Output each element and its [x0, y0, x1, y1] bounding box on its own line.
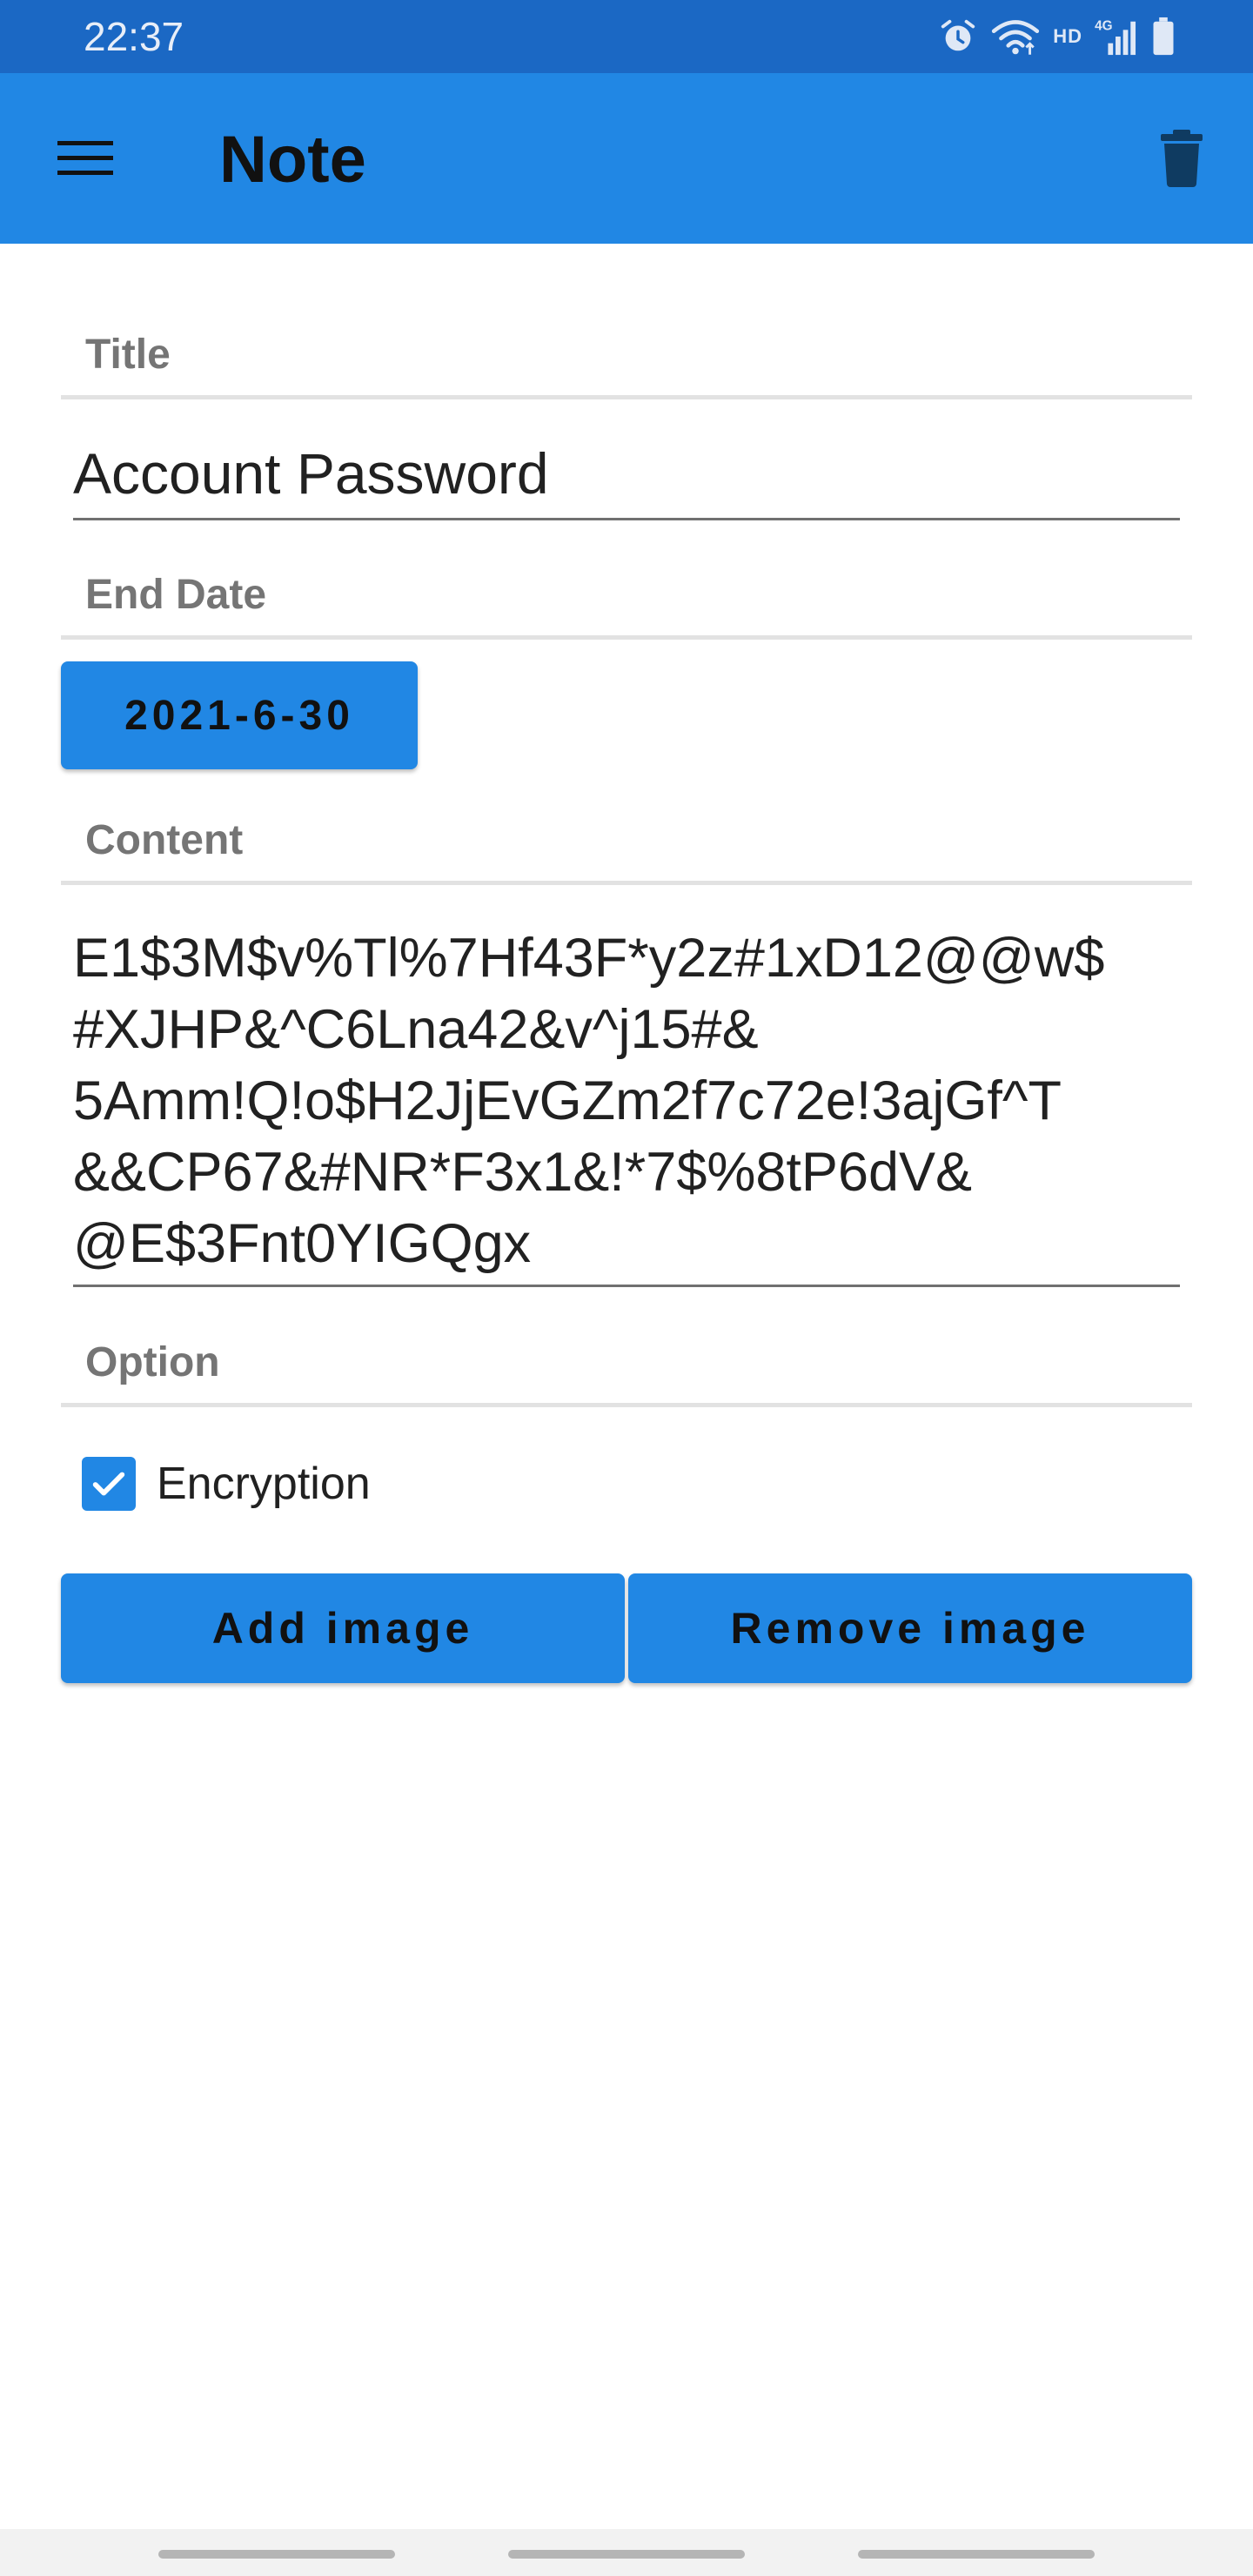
nav-back-button[interactable] [858, 2550, 1095, 2559]
alarm-icon [941, 19, 975, 51]
option-section-divider [61, 1403, 1192, 1407]
navigation-bar [0, 2529, 1253, 2576]
add-image-button[interactable]: Add image [61, 1573, 625, 1683]
content-line: @E$3Fnt0YIGQgx [73, 1213, 532, 1274]
encryption-option[interactable]: Encryption [82, 1453, 371, 1514]
network-hd-label: HD [1053, 25, 1082, 47]
delete-button[interactable] [1145, 122, 1218, 195]
menu-button[interactable] [42, 122, 129, 195]
content-section-divider [61, 881, 1192, 885]
content-input-underline [73, 1285, 1180, 1287]
app-bar: Note [0, 73, 1253, 244]
trash-icon [1161, 130, 1203, 187]
page-title: Note [219, 123, 366, 197]
checkmark-icon [92, 1472, 125, 1496]
status-bar: 22:37 HD 4G [0, 0, 1253, 73]
content-section-label: Content [85, 817, 244, 863]
hamburger-menu-icon [57, 141, 113, 175]
status-icons: HD 4G [938, 14, 1176, 59]
nav-recent-button[interactable] [158, 2550, 395, 2559]
encryption-label: Encryption [157, 1459, 371, 1509]
battery-icon [1153, 17, 1174, 56]
end-date-section-divider [61, 635, 1192, 640]
option-section-label: Option [85, 1339, 220, 1385]
content-input[interactable]: E1$3M$v%Tl%7Hf43F*y2z#1xD12@@w$ #XJHP&^C… [73, 922, 1180, 1279]
title-input-underline [73, 518, 1180, 520]
network-type-label: 4G [1095, 18, 1112, 33]
status-time: 22:37 [84, 14, 184, 59]
title-section-label: Title [85, 332, 171, 378]
end-date-button[interactable]: 2021-6-30 [61, 661, 418, 769]
content-line: #XJHP&^C6Lna42&v^j15#& [73, 999, 759, 1060]
title-input[interactable]: Account Password [73, 430, 1180, 517]
end-date-section-label: End Date [85, 572, 267, 618]
content-line: &&CP67&#NR*F3x1&!*7$%8tP6dV& [73, 1142, 973, 1203]
content-line: E1$3M$v%Tl%7Hf43F*y2z#1xD12@@w$ [73, 928, 1105, 989]
remove-image-button[interactable]: Remove image [628, 1573, 1192, 1683]
title-section-divider [61, 395, 1192, 399]
content-line: 5Amm!Q!o$H2JjEvGZm2f7c72e!3ajGf^T [73, 1070, 1062, 1131]
nav-home-button[interactable] [508, 2550, 745, 2559]
encryption-checkbox[interactable] [82, 1457, 136, 1511]
wifi-icon [992, 20, 1040, 55]
signal-icon: 4G [1095, 18, 1136, 56]
